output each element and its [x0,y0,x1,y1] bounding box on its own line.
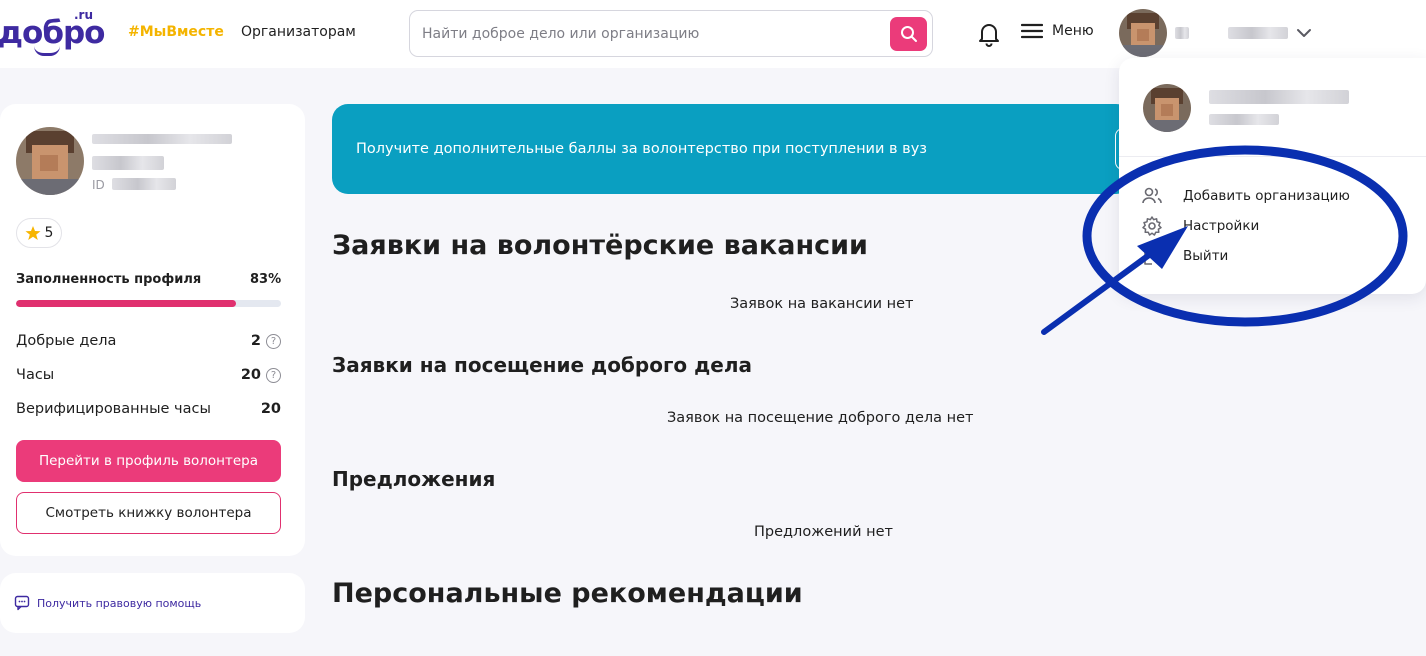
surname-redacted [92,156,164,170]
menu-item-label: Добавить организацию [1183,188,1350,204]
offers-empty-text: Предложений нет [754,524,893,540]
stat-value: 20 [240,367,261,383]
hashtag-link[interactable]: #МыВместе [128,24,224,40]
bell-icon[interactable] [975,20,1003,48]
avatar-photo [1119,9,1167,57]
users-icon [1142,187,1162,204]
hamburger-icon [1021,23,1043,39]
chat-icon [14,595,30,611]
dropdown-name-redacted [1209,90,1349,104]
logo-suffix: .ru [74,8,94,22]
dropdown-role-redacted [1209,114,1279,125]
avatar-photo [1143,84,1191,132]
banner-text: Получите дополнительные баллы за волонте… [356,141,927,157]
avatar-photo [16,127,84,195]
completeness-label: Заполненность профиля [16,272,202,287]
profile-card: ID 5 Заполненность профиля 83% Добрые де… [0,104,305,556]
user-id-label: ID [92,178,105,192]
search-icon [900,26,917,42]
user-avatar[interactable] [1119,9,1167,57]
dropdown-divider [1119,156,1426,157]
user-dropdown-menu: Добавить организацию Настройки Выйти [1119,58,1426,294]
stat-good-deeds: Добрые дела 2 ? [16,331,281,351]
profile-avatar[interactable] [16,127,84,195]
menu-item-settings[interactable]: Настройки [1141,215,1401,237]
menu-item-label: Выйти [1183,248,1229,264]
stat-label: Добрые дела [16,333,117,349]
stat-label: Верифицированные часы [16,401,211,417]
vacancies-empty-text: Заявок на вакансии нет [730,296,914,312]
stat-value: 2 [250,333,261,349]
logout-icon [1144,247,1161,265]
site-logo[interactable]: добро .ru [0,8,108,56]
username-redacted [1228,27,1288,39]
star-icon [25,226,41,240]
search-button[interactable] [890,17,927,51]
legal-help-card: Получить правовую помощь [0,573,305,633]
rating-value: 5 [44,225,54,241]
logo-smile-icon [34,46,60,56]
user-id-redacted [112,178,176,190]
visits-empty-text: Заявок на посещение доброго дела нет [667,410,974,426]
offers-heading: Предложения [332,467,496,491]
stat-value: 20 [260,401,281,417]
menu-button[interactable]: Меню [1021,22,1094,40]
menu-label: Меню [1052,23,1094,39]
recommendations-heading: Персональные рекомендации [332,578,803,609]
search-input[interactable] [422,23,882,45]
stat-label: Часы [16,367,55,383]
rating-badge: 5 [16,218,62,248]
completeness-progress [16,300,281,307]
visits-heading: Заявки на посещение доброго дела [332,353,752,377]
legal-help-link[interactable]: Получить правовую помощь [14,595,201,611]
vacancies-heading: Заявки на волонтёрские вакансии [332,230,868,261]
legal-help-label: Получить правовую помощь [37,596,202,610]
menu-item-label: Настройки [1183,218,1260,234]
menu-item-add-organization[interactable]: Добавить организацию [1141,185,1401,207]
help-icon[interactable]: ? [266,367,281,383]
menu-item-logout[interactable]: Выйти [1141,245,1401,267]
organizers-link[interactable]: Организаторам [241,24,356,40]
username-redacted [1175,27,1189,39]
stat-hours: Часы 20 ? [16,365,281,385]
completeness-value: 83% [250,272,282,287]
volunteer-profile-button[interactable]: Перейти в профиль волонтера [16,440,281,482]
help-icon[interactable]: ? [266,333,281,349]
name-redacted [92,134,232,144]
stat-verified-hours: Верифицированные часы 20 [16,399,281,419]
dropdown-avatar [1143,84,1191,132]
promo-banner[interactable]: Получите дополнительные баллы за волонте… [332,104,1155,194]
chevron-down-icon[interactable] [1295,24,1313,42]
volunteer-book-button[interactable]: Смотреть книжку волонтера [16,492,281,534]
gear-icon [1142,216,1162,236]
search-bar [409,10,933,57]
completeness-progress-fill [16,300,236,307]
